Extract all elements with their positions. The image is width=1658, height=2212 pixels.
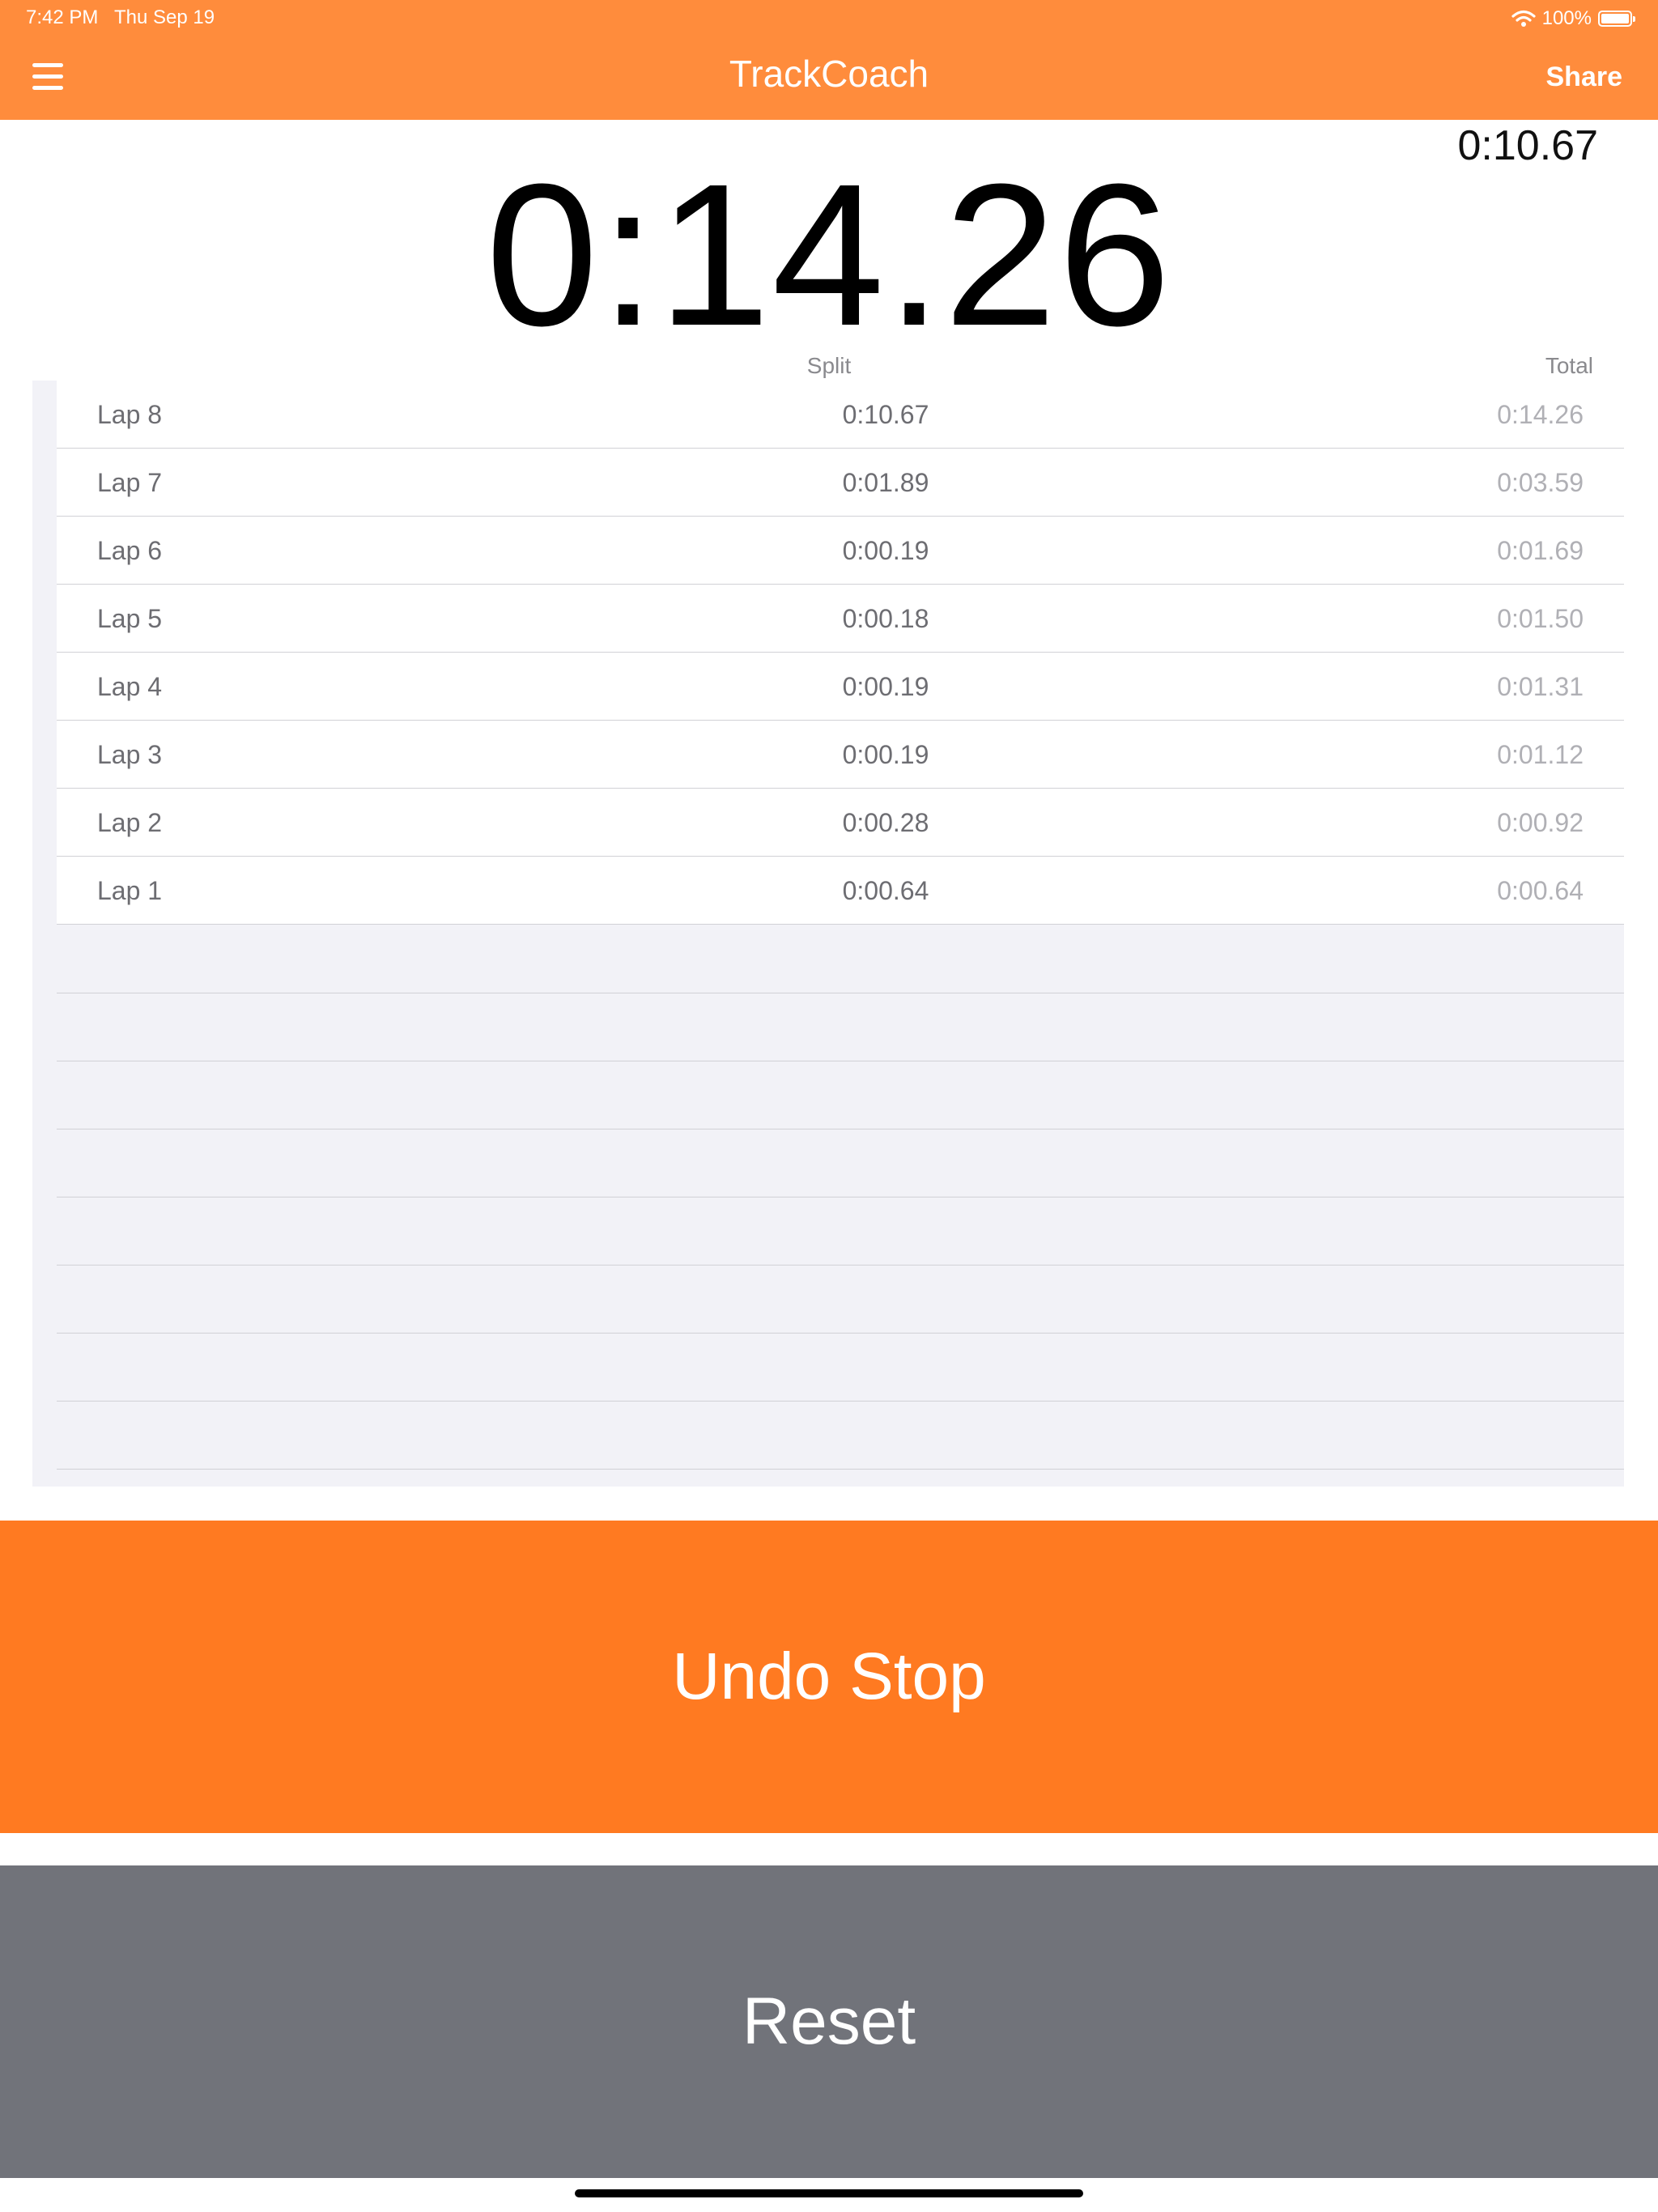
stopwatch-screen: 7:42 PM Thu Sep 19 100% TrackCoach Share… — [0, 0, 1658, 2212]
total-column-header: Total — [1545, 353, 1593, 378]
lap-label: Lap 8 — [97, 400, 163, 429]
lap-label: Lap 3 — [97, 740, 163, 769]
status-date: Thu Sep 19 — [113, 6, 215, 28]
lap-total: 0:00.64 — [1497, 876, 1584, 905]
empty-row-separator — [57, 1469, 1624, 1470]
lap-total: 0:00.92 — [1497, 808, 1584, 837]
table-row[interactable]: Lap 8 0:10.67 0:14.26 — [57, 381, 1624, 449]
table-row[interactable]: Lap 1 0:00.64 0:00.64 — [57, 857, 1624, 925]
lap-total: 0:01.31 — [1497, 672, 1584, 701]
lap-split: 0:00.19 — [842, 536, 929, 565]
share-button[interactable]: Share — [1546, 62, 1623, 93]
lap-total: 0:01.12 — [1497, 740, 1584, 769]
table-row[interactable]: Lap 4 0:00.19 0:01.31 — [57, 653, 1624, 721]
empty-row-separator — [57, 1333, 1624, 1334]
lap-total: 0:14.26 — [1497, 400, 1584, 429]
undo-stop-button[interactable]: Undo Stop — [0, 1521, 1658, 1833]
lap-label: Lap 5 — [97, 604, 163, 633]
lap-split: 0:00.28 — [842, 808, 929, 837]
split-column-header: Split — [806, 353, 852, 378]
battery-icon — [1598, 11, 1635, 27]
lap-total: 0:03.59 — [1497, 468, 1584, 497]
lap-label: Lap 7 — [97, 468, 163, 497]
table-row[interactable]: Lap 2 0:00.28 0:00.92 — [57, 789, 1624, 857]
lap-total: 0:01.50 — [1497, 604, 1584, 633]
status-time-date: 7:42 PM Thu Sep 19 — [26, 6, 215, 29]
lap-split: 0:00.18 — [842, 604, 929, 633]
lap-split: 0:10.67 — [842, 400, 929, 429]
battery-percent: 100% — [1541, 7, 1592, 29]
lap-split: 0:00.19 — [842, 740, 929, 769]
reset-button[interactable]: Reset — [0, 1865, 1658, 2178]
home-indicator — [575, 2189, 1083, 2197]
app-title: TrackCoach — [729, 53, 929, 95]
lap-total: 0:01.69 — [1497, 536, 1584, 565]
table-row[interactable]: Lap 5 0:00.18 0:01.50 — [57, 585, 1624, 653]
table-row[interactable]: Lap 7 0:01.89 0:03.59 — [57, 449, 1624, 517]
lap-label: Lap 1 — [97, 876, 163, 905]
wifi-icon — [1511, 10, 1536, 27]
main-timer: 0:14.26 — [485, 142, 1173, 368]
header-bar: 7:42 PM Thu Sep 19 100% TrackCoach Share — [0, 0, 1658, 120]
empty-row-separator — [57, 1401, 1624, 1402]
table-row[interactable]: Lap 3 0:00.19 0:01.12 — [57, 721, 1624, 789]
status-time: 7:42 PM — [26, 6, 99, 28]
status-indicators: 100% — [1511, 6, 1635, 31]
lap-split: 0:00.19 — [842, 672, 929, 701]
lap-table[interactable]: Lap 8 0:10.67 0:14.26 Lap 7 0:01.89 0:03… — [32, 381, 1624, 1487]
lap-split: 0:01.89 — [842, 468, 929, 497]
table-row[interactable]: Lap 6 0:00.19 0:01.69 — [57, 517, 1624, 585]
lap-label: Lap 2 — [97, 808, 163, 837]
lap-split: 0:00.64 — [842, 876, 929, 905]
lap-label: Lap 6 — [97, 536, 163, 565]
lap-label: Lap 4 — [97, 672, 163, 701]
empty-row-separator — [57, 1265, 1624, 1266]
